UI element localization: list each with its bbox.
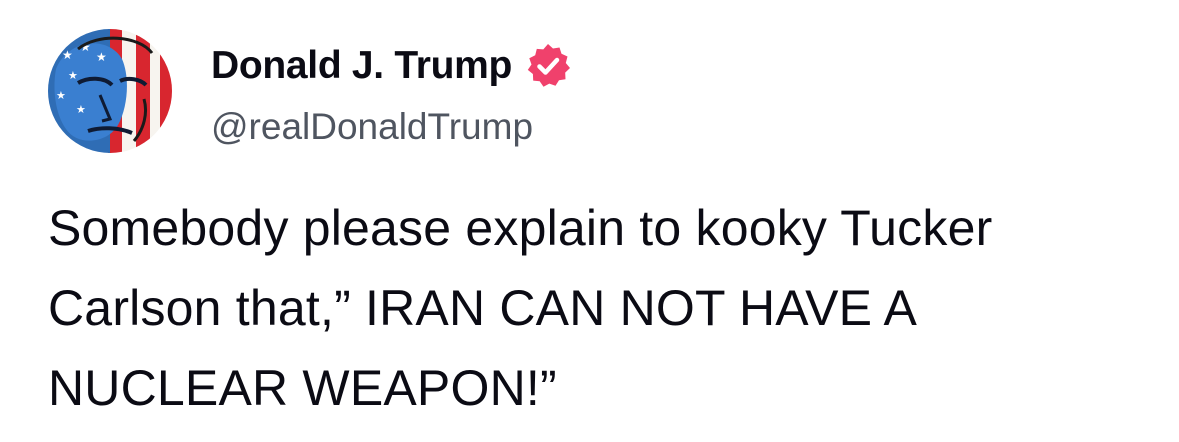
author-name-row: Donald J. Trump <box>211 40 572 92</box>
avatar-image: ★ ★ ★ ★ ★ ★ <box>48 29 172 153</box>
author-display-name[interactable]: Donald J. Trump <box>211 44 512 88</box>
avatar[interactable]: ★ ★ ★ ★ ★ ★ <box>48 29 172 153</box>
svg-text:★: ★ <box>96 50 107 64</box>
author-handle[interactable]: @realDonaldTrump <box>211 106 533 148</box>
svg-text:★: ★ <box>56 89 66 102</box>
post-card: ★ ★ ★ ★ ★ ★ Donald J. Trump @realDonaldT… <box>0 0 1179 442</box>
svg-text:★: ★ <box>68 69 78 82</box>
verified-badge-icon <box>524 42 572 90</box>
svg-text:★: ★ <box>62 48 73 62</box>
post-text: Somebody please explain to kooky Tucker … <box>48 200 993 416</box>
svg-text:★: ★ <box>76 103 86 116</box>
